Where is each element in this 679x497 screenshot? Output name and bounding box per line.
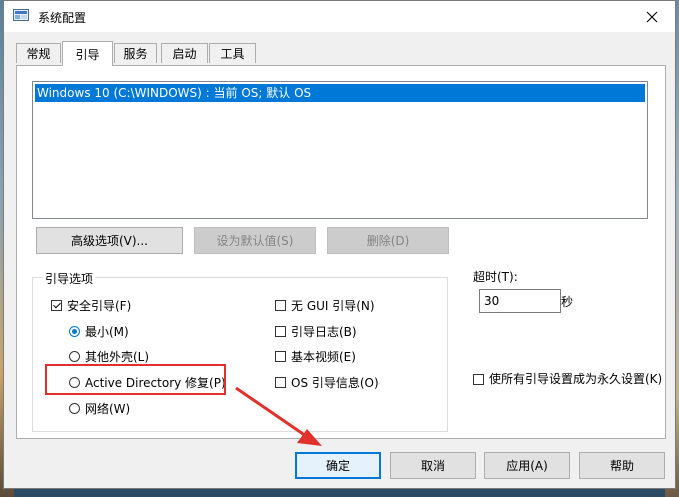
annotation-arrow-icon	[235, 386, 322, 446]
tab-label: 引导	[75, 47, 100, 62]
tab-boot[interactable]: 引导	[62, 41, 113, 66]
